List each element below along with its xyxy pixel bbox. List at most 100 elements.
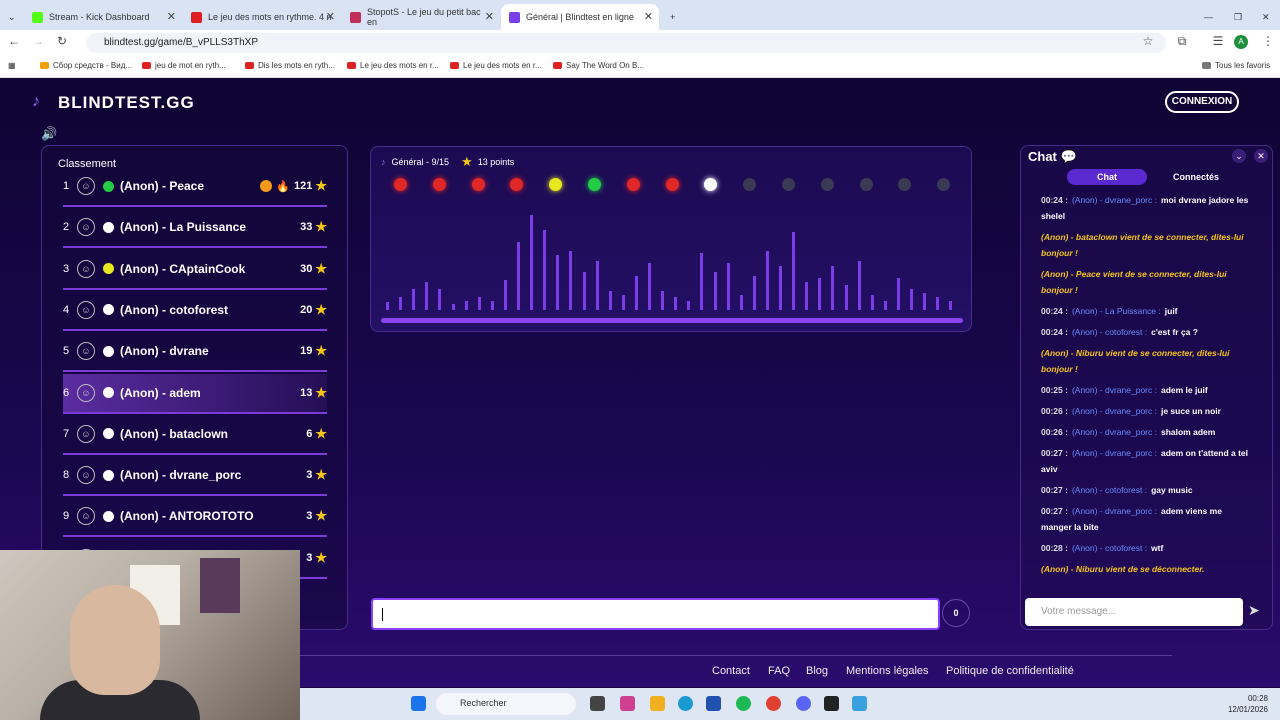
rank-number: 7	[63, 427, 70, 440]
bookmark-item[interactable]: Сбор средств - Вид...	[40, 61, 132, 70]
bookmark-item[interactable]: Say The Word On B...	[553, 61, 644, 70]
tab-chat[interactable]: Chat	[1067, 169, 1147, 185]
forward-icon[interactable]: →	[30, 34, 46, 48]
discord-icon[interactable]	[796, 696, 811, 711]
footer-link-faq[interactable]: FAQ	[768, 665, 790, 677]
browser-tab[interactable]: Stream - Kick Dashboard ✕	[24, 4, 182, 30]
visualizer-bar	[399, 296, 403, 310]
visualizer-bar	[765, 251, 769, 310]
visualizer-bar	[438, 289, 442, 310]
stopots-icon	[350, 11, 361, 23]
message-time: 00:27 :	[1041, 485, 1068, 495]
store-icon[interactable]	[706, 696, 721, 711]
window-close-icon[interactable]: ✕	[1254, 4, 1278, 30]
site-logo[interactable]: ♪ BLINDTEST.GG	[32, 93, 195, 113]
player-score: 6	[306, 427, 313, 440]
chat-message: 00:28 : (Anon) - cotoforest : wtf	[1041, 540, 1251, 556]
visualizer-bar	[792, 232, 796, 310]
media-icon[interactable]: ☰	[1210, 34, 1226, 48]
close-icon[interactable]: ✕	[644, 10, 653, 23]
chat-message-input[interactable]: Votre message...	[1025, 598, 1243, 626]
back-icon[interactable]: ←	[6, 34, 22, 48]
message-time: 00:24 :	[1041, 327, 1068, 337]
bookmark-item[interactable]: Le jeu des mots en r...	[450, 61, 542, 70]
spotify-icon[interactable]	[736, 696, 751, 711]
edge-icon[interactable]	[678, 696, 693, 711]
browser-tab[interactable]: Le jeu des mots en rythme. 4 n ✕	[183, 4, 341, 30]
copilot-icon[interactable]	[620, 696, 635, 711]
app-icon[interactable]	[852, 696, 867, 711]
bookmark-item[interactable]: jeu de mot en ryth...	[142, 61, 226, 70]
tab-list-button[interactable]: ⌄	[0, 4, 22, 30]
clock-time: 00:28	[1247, 694, 1268, 703]
apps-icon[interactable]: ▦	[8, 61, 16, 70]
visualizer-bar	[923, 292, 927, 310]
profile-avatar[interactable]: A	[1234, 35, 1248, 49]
bookmark-star-icon[interactable]: ☆	[1140, 34, 1156, 48]
text-caret	[382, 608, 383, 621]
message-author: (Anon) - dvrane_porc :	[1071, 385, 1157, 395]
visualizer-bar	[779, 266, 782, 310]
footer-link-privacy[interactable]: Politique de confidentialité	[946, 665, 1074, 677]
visualizer-bar	[595, 260, 599, 310]
bookmark-item[interactable]: Dis les mots en ryth...	[245, 61, 335, 70]
send-icon[interactable]: ➤	[1248, 602, 1260, 619]
bookmark-label: jeu de mot en ryth...	[155, 61, 226, 70]
all-bookmarks[interactable]: Tous les favoris	[1202, 61, 1270, 70]
visualizer-bar	[517, 241, 520, 310]
menu-icon[interactable]: ⋮	[1260, 34, 1276, 48]
browser-tab[interactable]: StopotS - Le jeu du petit bac en ✕	[342, 4, 500, 30]
chat-system-message: (Anon) - Niburu vient de se connecter, d…	[1041, 348, 1230, 374]
round-result-dot	[859, 178, 873, 191]
taskbar-clock[interactable]: 00:28 12/01/2026	[1228, 693, 1268, 715]
answer-input[interactable]	[371, 598, 940, 630]
login-button[interactable]: CONNEXION	[1165, 91, 1239, 113]
message-time: 00:26 :	[1041, 427, 1068, 437]
visualizer-bar	[870, 294, 874, 310]
browser-tab-active[interactable]: Général | Blindtest en ligne ✕	[501, 4, 659, 30]
message-text: gay music	[1151, 485, 1193, 495]
minimize-icon[interactable]: —	[1196, 4, 1221, 30]
visualizer-bar	[648, 262, 651, 310]
bookmark-label: Dis les mots en ryth...	[258, 61, 335, 70]
windows-start-icon[interactable]	[411, 696, 426, 711]
message-author: (Anon) - dvrane_porc :	[1071, 195, 1157, 205]
footer-link-contact[interactable]: Contact	[712, 665, 750, 677]
youtube-icon	[450, 62, 459, 69]
close-icon[interactable]: ✕	[326, 10, 335, 23]
close-icon[interactable]: ✕	[485, 10, 494, 23]
url-field[interactable]: blindtest.gg/game/B_vPLLS3ThXP	[86, 33, 1166, 53]
file-explorer-icon[interactable]	[650, 696, 665, 711]
app-icon[interactable]	[824, 696, 839, 711]
chat-message: 00:24 : (Anon) - La Puissance : juif	[1041, 303, 1251, 319]
volume-icon[interactable]: 🔊	[41, 126, 57, 142]
logo-text: BLINDTEST.GG	[58, 93, 195, 112]
restore-icon[interactable]: ❐	[1226, 4, 1250, 30]
speech-bubble-icon: 💬	[1060, 149, 1077, 164]
visualizer-bar	[883, 300, 887, 310]
visualizer-bar	[818, 277, 822, 310]
close-icon[interactable]: ✕	[167, 10, 176, 23]
message-author: (Anon) - dvrane_porc :	[1071, 406, 1157, 416]
player-avatar-icon: ☺	[77, 259, 95, 278]
tab-connected[interactable]: Connectés	[1156, 169, 1236, 185]
player-avatar-icon: ☺	[77, 424, 95, 443]
extensions-icon[interactable]: ⧉	[1174, 34, 1190, 49]
taskbar-search[interactable]: Rechercher	[436, 693, 576, 715]
footer-link-legal[interactable]: Mentions légales	[846, 665, 929, 677]
chrome-icon[interactable]	[766, 696, 781, 711]
message-time: 00:27 :	[1041, 448, 1068, 458]
visualizer-bar	[674, 296, 678, 310]
player-name: (Anon) - cotoforest	[120, 302, 228, 317]
round-result-dot	[510, 178, 524, 191]
reload-icon[interactable]: ↻	[54, 34, 70, 48]
chevron-down-icon[interactable]: ⌄	[1232, 149, 1246, 163]
tab-title: Stream - Kick Dashboard	[49, 12, 150, 22]
task-view-icon[interactable]	[590, 696, 605, 711]
rank-number: 2	[63, 221, 70, 234]
message-text: adem le juif	[1160, 385, 1208, 395]
close-icon[interactable]: ✕	[1254, 149, 1268, 163]
footer-link-blog[interactable]: Blog	[806, 665, 828, 677]
bookmark-item[interactable]: Le jeu des mots en r...	[347, 61, 439, 70]
new-tab-button[interactable]: +	[662, 4, 683, 30]
